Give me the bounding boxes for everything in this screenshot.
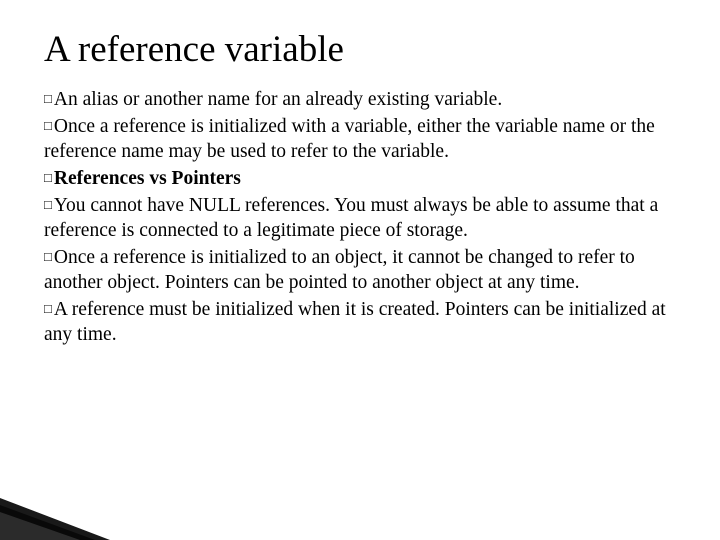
- bullet-lead: References: [54, 168, 145, 189]
- bullet-rest: cannot have NULL references. You must al…: [44, 195, 658, 241]
- bullet-square-icon: □: [44, 301, 52, 316]
- bullet-lead: You: [54, 195, 86, 216]
- bullet-item: □An alias or another name for an already…: [44, 88, 684, 113]
- corner-decoration-icon: [0, 460, 120, 540]
- bullet-square-icon: □: [44, 197, 52, 212]
- bullet-rest: a reference is initialized with a variab…: [44, 116, 655, 162]
- slide-body: □An alias or another name for an already…: [44, 88, 684, 350]
- bullet-lead: Once: [54, 247, 95, 268]
- bullet-rest: vs Pointers: [144, 168, 240, 189]
- bullet-square-icon: □: [44, 170, 52, 185]
- bullet-rest: alias or another name for an already exi…: [78, 89, 503, 110]
- bullet-item: □Once a reference is initialized to an o…: [44, 246, 684, 296]
- bullet-rest: reference must be initialized when it is…: [44, 299, 666, 345]
- bullet-lead: Once: [54, 116, 95, 137]
- bullet-item: □A reference must be initialized when it…: [44, 298, 684, 348]
- bullet-lead: An: [54, 89, 78, 110]
- bullet-square-icon: □: [44, 118, 52, 133]
- bullet-rest: a reference is initialized to an object,…: [44, 247, 635, 293]
- bullet-item: □Once a reference is initialized with a …: [44, 115, 684, 165]
- slide: A reference variable □An alias or anothe…: [0, 0, 720, 540]
- bullet-item: □References vs Pointers: [44, 167, 684, 192]
- bullet-lead: A: [54, 299, 67, 320]
- bullet-square-icon: □: [44, 249, 52, 264]
- slide-title: A reference variable: [44, 28, 344, 71]
- bullet-square-icon: □: [44, 91, 52, 106]
- bullet-item: □You cannot have NULL references. You mu…: [44, 194, 684, 244]
